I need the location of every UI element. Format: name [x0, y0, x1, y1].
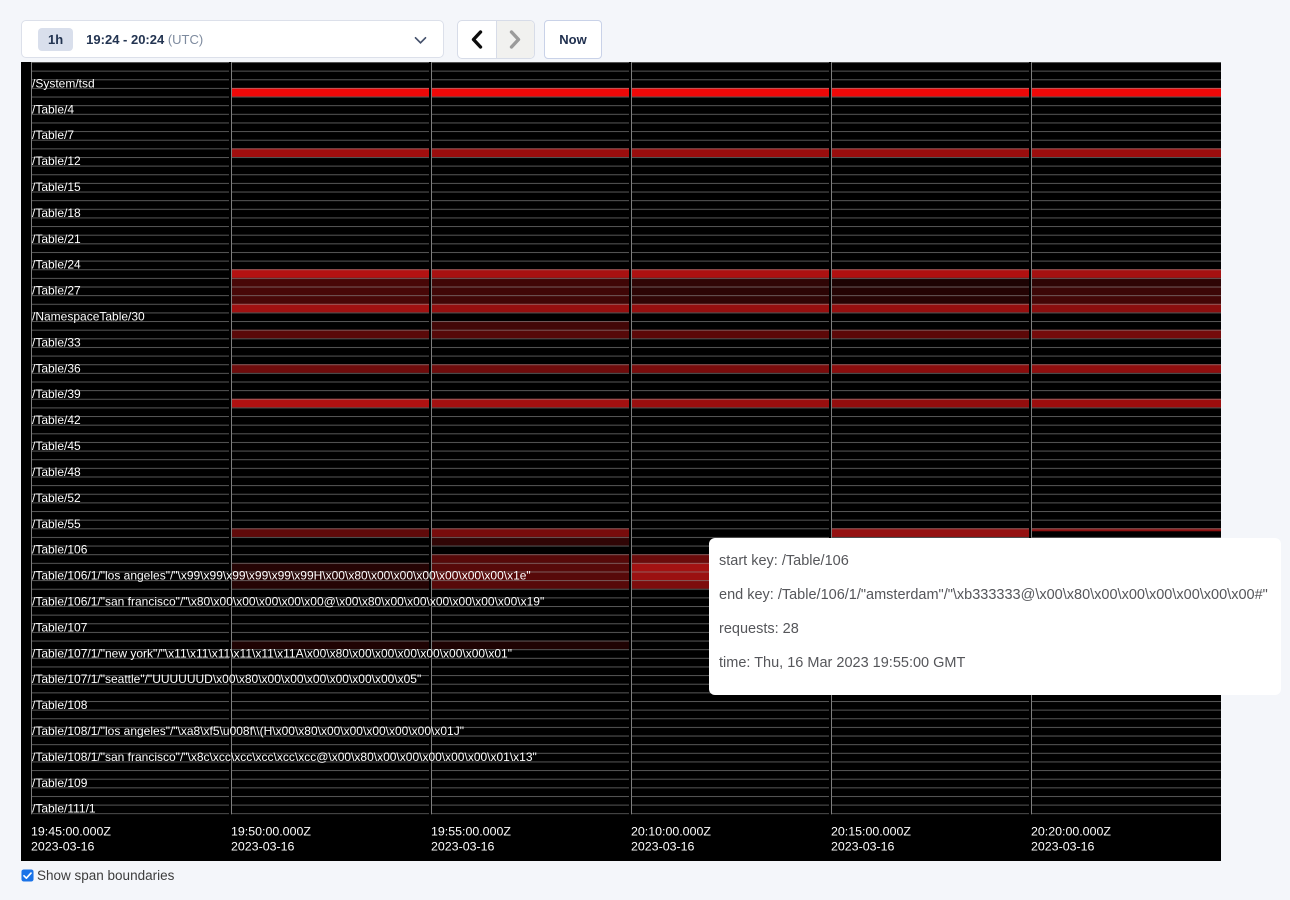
svg-text:/Table/106: /Table/106 [32, 543, 88, 557]
svg-text:/Table/55: /Table/55 [32, 517, 81, 531]
svg-text:2023-03-16: 2023-03-16 [431, 840, 494, 854]
svg-text:/Table/109: /Table/109 [32, 776, 88, 790]
svg-text:19:50:00.000Z: 19:50:00.000Z [231, 825, 311, 839]
svg-text:19:45:00.000Z: 19:45:00.000Z [31, 825, 111, 839]
svg-text:/Table/107/1/"seattle"/"UUUUUU: /Table/107/1/"seattle"/"UUUUUUD\x00\x80\… [32, 672, 421, 686]
svg-text:/NamespaceTable/30: /NamespaceTable/30 [32, 310, 145, 324]
svg-text:/Table/4: /Table/4 [32, 102, 74, 116]
svg-text:/Table/107/1/"new york"/"\x11\: /Table/107/1/"new york"/"\x11\x11\x11\x1… [32, 646, 512, 660]
svg-text:/Table/27: /Table/27 [32, 284, 81, 298]
svg-text:/Table/33: /Table/33 [32, 335, 81, 349]
svg-text:/Table/52: /Table/52 [32, 491, 81, 505]
svg-text:2023-03-16: 2023-03-16 [31, 840, 94, 854]
svg-text:/Table/106/1/"los angeles"/"\x: /Table/106/1/"los angeles"/"\x99\x99\x99… [32, 569, 531, 583]
svg-text:2023-03-16: 2023-03-16 [631, 840, 694, 854]
svg-text:/Table/106/1/"san francisco"/": /Table/106/1/"san francisco"/"\x80\x00\x… [32, 595, 544, 609]
svg-text:2023-03-16: 2023-03-16 [1031, 840, 1094, 854]
svg-text:/Table/21: /Table/21 [32, 232, 81, 246]
svg-text:20:10:00.000Z: 20:10:00.000Z [631, 825, 711, 839]
svg-text:2023-03-16: 2023-03-16 [831, 840, 894, 854]
svg-text:/Table/108: /Table/108 [32, 698, 88, 712]
svg-text:/Table/12: /Table/12 [32, 154, 81, 168]
svg-text:/System/tsd: /System/tsd [32, 76, 95, 90]
svg-text:/Table/15: /Table/15 [32, 180, 81, 194]
svg-text:/Table/108/1/"san francisco"/": /Table/108/1/"san francisco"/"\x8c\xcc\x… [32, 750, 537, 764]
svg-text:20:20:00.000Z: 20:20:00.000Z [1031, 825, 1111, 839]
svg-text:/Table/45: /Table/45 [32, 439, 81, 453]
svg-text:2023-03-16: 2023-03-16 [231, 840, 294, 854]
svg-text:/Table/18: /Table/18 [32, 206, 81, 220]
svg-text:19:55:00.000Z: 19:55:00.000Z [431, 825, 511, 839]
svg-text:/Table/42: /Table/42 [32, 413, 81, 427]
svg-text:/Table/107: /Table/107 [32, 620, 88, 634]
svg-text:20:15:00.000Z: 20:15:00.000Z [831, 825, 911, 839]
svg-text:/Table/111/1: /Table/111/1 [32, 802, 96, 816]
svg-text:/Table/7: /Table/7 [32, 128, 74, 142]
svg-text:/Table/36: /Table/36 [32, 361, 81, 375]
svg-text:/Table/48: /Table/48 [32, 465, 81, 479]
svg-text:/Table/24: /Table/24 [32, 258, 81, 272]
svg-text:/Table/108/1/"los angeles"/"\x: /Table/108/1/"los angeles"/"\xa8\xf5\u00… [32, 724, 464, 738]
svg-text:/Table/39: /Table/39 [32, 387, 81, 401]
